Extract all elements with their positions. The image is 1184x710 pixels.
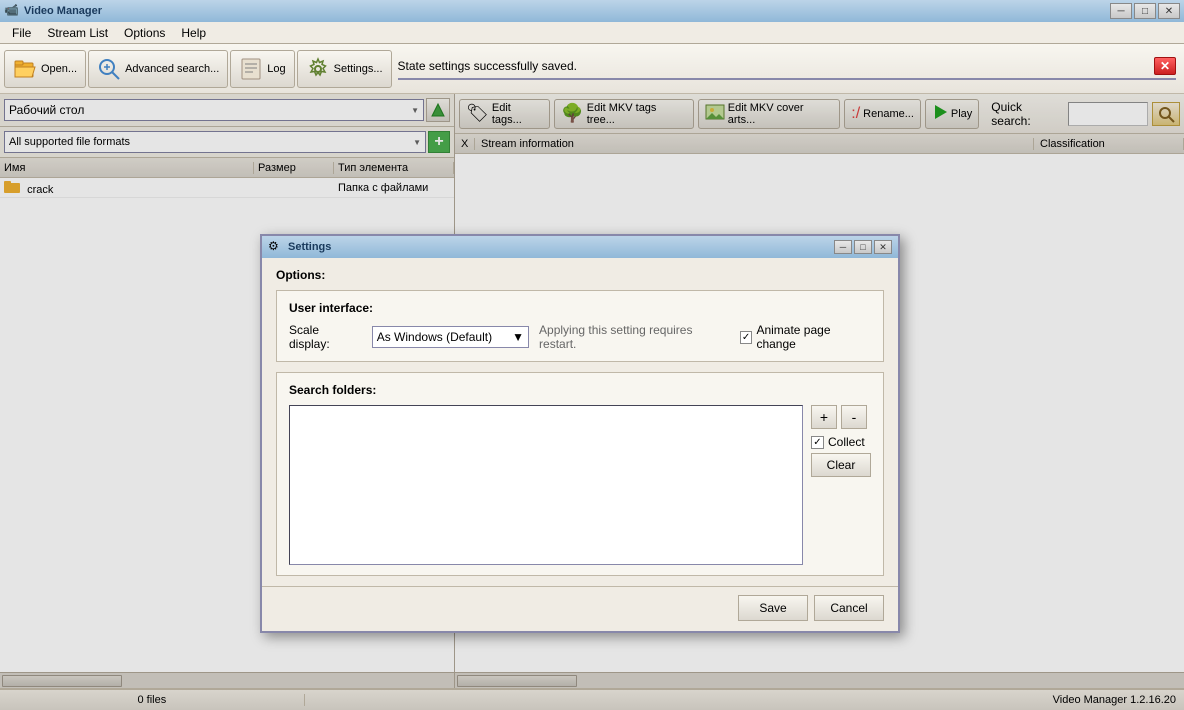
settings-button[interactable]: Settings... — [297, 50, 392, 88]
scale-select[interactable]: As Windows (Default) ▼ — [372, 326, 529, 348]
animate-label: Animate page change — [756, 323, 871, 351]
bottom-status-bar: 0 files Video Manager 1.2.16.20 — [0, 688, 1184, 710]
collect-label: Collect — [828, 435, 865, 449]
folders-buttons: + - Collect Clear — [811, 405, 871, 565]
dialog-body: Options: User interface: Scale display: … — [262, 258, 898, 586]
settings-dialog: ⚙ Settings ─ □ ✕ Options: User interface… — [260, 234, 900, 633]
files-count: 0 files — [0, 694, 305, 706]
animate-check-container[interactable]: Animate page change — [740, 323, 871, 351]
maximize-button[interactable]: □ — [1134, 3, 1156, 19]
main-area: Рабочий стол ▼ All supported file format… — [0, 94, 1184, 688]
progress-bar — [398, 78, 1176, 80]
menu-file[interactable]: File — [4, 24, 39, 42]
dialog-minimize-button[interactable]: ─ — [834, 240, 852, 254]
cancel-button[interactable]: Cancel — [814, 595, 884, 621]
menu-options[interactable]: Options — [116, 24, 173, 42]
plus-minus-row: + - — [811, 405, 871, 429]
scale-label: Scale display: — [289, 323, 362, 351]
remove-folder-button[interactable]: - — [841, 405, 867, 429]
restart-note: Applying this setting requires restart. — [539, 323, 730, 351]
app-title: Video Manager — [24, 5, 1110, 17]
search-folders-title: Search folders: — [289, 383, 871, 397]
settings-label: Settings... — [334, 63, 383, 75]
open-button[interactable]: Open... — [4, 50, 86, 88]
title-bar: 📹 Video Manager ─ □ ✕ — [0, 0, 1184, 22]
scale-select-arrow: ▼ — [512, 330, 524, 344]
advanced-search-label: Advanced search... — [125, 63, 219, 75]
settings-icon — [306, 57, 330, 81]
save-button[interactable]: Save — [738, 595, 808, 621]
status-message: State settings successfully saved. — [398, 59, 577, 73]
open-label: Open... — [41, 63, 77, 75]
dialog-title-bar: ⚙ Settings ─ □ ✕ — [262, 236, 898, 258]
app-icon: 📹 — [4, 3, 20, 19]
version-info: Video Manager 1.2.16.20 — [305, 694, 1184, 706]
dialog-title: Settings — [288, 241, 834, 253]
minimize-button[interactable]: ─ — [1110, 3, 1132, 19]
dialog-close-button[interactable]: ✕ — [874, 240, 892, 254]
dialog-maximize-button[interactable]: □ — [854, 240, 872, 254]
main-toolbar: Open... Advanced search... Log — [0, 44, 1184, 94]
add-folder-button[interactable]: + — [811, 405, 837, 429]
dialog-footer: Save Cancel — [262, 586, 898, 631]
ui-group-title: User interface: — [289, 301, 871, 315]
search-folders-content: + - Collect Clear — [289, 405, 871, 565]
advanced-search-button[interactable]: Advanced search... — [88, 50, 228, 88]
log-icon — [239, 57, 263, 81]
animate-checkbox[interactable] — [740, 331, 753, 344]
collect-checkbox[interactable] — [811, 436, 824, 449]
search-icon — [97, 57, 121, 81]
menu-bar: File Stream List Options Help — [0, 22, 1184, 44]
window-controls: ─ □ ✕ — [1110, 3, 1180, 19]
close-button[interactable]: ✕ — [1158, 3, 1180, 19]
open-icon — [13, 57, 37, 81]
scale-row: Scale display: As Windows (Default) ▼ Ap… — [289, 323, 871, 351]
collect-check-container[interactable]: Collect — [811, 435, 871, 449]
menu-stream-list[interactable]: Stream List — [39, 24, 116, 42]
options-section-title: Options: — [276, 268, 884, 282]
dismiss-status-button[interactable]: ✕ — [1154, 57, 1176, 75]
log-label: Log — [267, 63, 285, 75]
menu-help[interactable]: Help — [173, 24, 214, 42]
user-interface-group: User interface: Scale display: As Window… — [276, 290, 884, 362]
status-area: State settings successfully saved. ✕ — [394, 55, 1180, 82]
dialog-controls: ─ □ ✕ — [834, 240, 892, 254]
dialog-icon: ⚙ — [268, 239, 284, 255]
clear-button[interactable]: Clear — [811, 453, 871, 477]
folders-list[interactable] — [289, 405, 803, 565]
log-button[interactable]: Log — [230, 50, 294, 88]
search-folders-group: Search folders: + - Collect Clear — [276, 372, 884, 576]
